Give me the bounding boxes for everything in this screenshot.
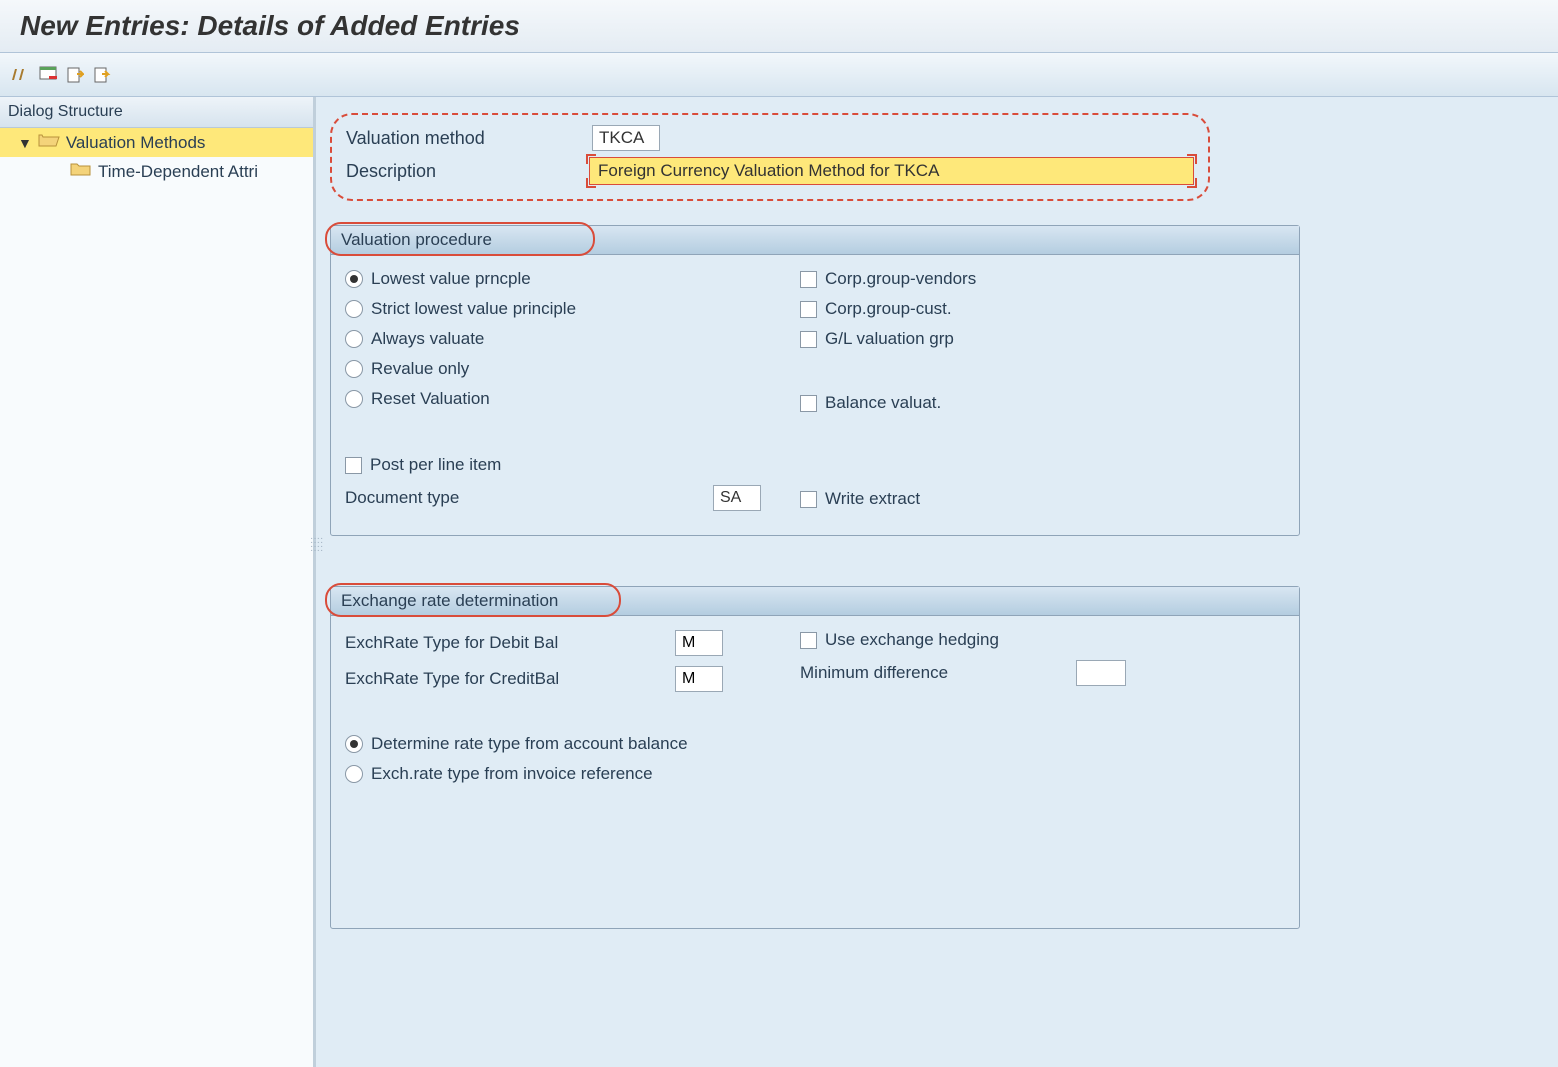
page-title: New Entries: Details of Added Entries (20, 10, 520, 41)
valuation-procedure-title: Valuation procedure (331, 226, 1299, 255)
description-label: Description (346, 161, 589, 182)
valuation-procedure-group: Valuation procedure Lowest value prncple… (330, 225, 1300, 536)
min-diff-label: Minimum difference (800, 663, 1060, 683)
table-delete-icon[interactable] (37, 64, 59, 86)
credit-bal-label: ExchRate Type for CreditBal (345, 669, 675, 689)
check-post-per-line[interactable]: Post per line item (345, 455, 800, 475)
debit-bal-label: ExchRate Type for Debit Bal (345, 633, 675, 653)
check-corp-cust[interactable]: Corp.group-cust. (800, 299, 1285, 319)
radio-revalue-only[interactable]: Revalue only (345, 359, 800, 379)
edit-icon[interactable] (10, 64, 32, 86)
min-diff-input[interactable] (1076, 660, 1126, 686)
header-fields: Valuation method Description (330, 113, 1210, 201)
title-bar: New Entries: Details of Added Entries (0, 0, 1558, 53)
dialog-structure-sidebar: Dialog Structure ▼ Valuation Methods Tim… (0, 97, 316, 1067)
document-type-input[interactable] (713, 485, 761, 511)
tree-time-dependent[interactable]: Time-Dependent Attri (0, 157, 313, 186)
tree-item-label: Valuation Methods (66, 133, 206, 153)
check-write-extract[interactable]: Write extract (800, 489, 1285, 509)
radio-from-balance[interactable]: Determine rate type from account balance (345, 734, 1285, 754)
radio-from-invoice[interactable]: Exch.rate type from invoice reference (345, 764, 1285, 784)
main-area: Dialog Structure ▼ Valuation Methods Tim… (0, 97, 1558, 1067)
valuation-method-input[interactable] (592, 125, 660, 151)
folder-icon (70, 161, 90, 182)
exchange-rate-title: Exchange rate determination (331, 587, 1299, 616)
toolbar (0, 53, 1558, 97)
split-handle-icon[interactable]: ················ (310, 537, 323, 553)
radio-reset-valuation[interactable]: Reset Valuation (345, 389, 800, 409)
radio-lowest-value[interactable]: Lowest value prncple (345, 269, 800, 289)
caret-down-icon[interactable]: ▼ (18, 135, 32, 151)
import-icon[interactable] (64, 64, 86, 86)
check-balance-valuat[interactable]: Balance valuat. (800, 393, 1285, 413)
export-icon[interactable] (91, 64, 113, 86)
exchange-rate-group: Exchange rate determination ExchRate Typ… (330, 586, 1300, 929)
radio-strict-lowest[interactable]: Strict lowest value principle (345, 299, 800, 319)
check-corp-vendors[interactable]: Corp.group-vendors (800, 269, 1285, 289)
tree-item-label: Time-Dependent Attri (98, 162, 258, 182)
valuation-method-label: Valuation method (346, 128, 592, 149)
tree-valuation-methods[interactable]: ▼ Valuation Methods (0, 128, 313, 157)
description-input[interactable] (589, 157, 1194, 185)
check-exchange-hedging[interactable]: Use exchange hedging (800, 630, 1285, 650)
debit-bal-input[interactable] (675, 630, 723, 656)
document-type-label: Document type (345, 488, 713, 508)
open-folder-icon (38, 132, 58, 153)
sidebar-header: Dialog Structure (0, 97, 313, 128)
content-area: ················ Valuation method Descri… (316, 97, 1558, 1067)
check-gl-valuation[interactable]: G/L valuation grp (800, 329, 1285, 349)
credit-bal-input[interactable] (675, 666, 723, 692)
radio-always-valuate[interactable]: Always valuate (345, 329, 800, 349)
